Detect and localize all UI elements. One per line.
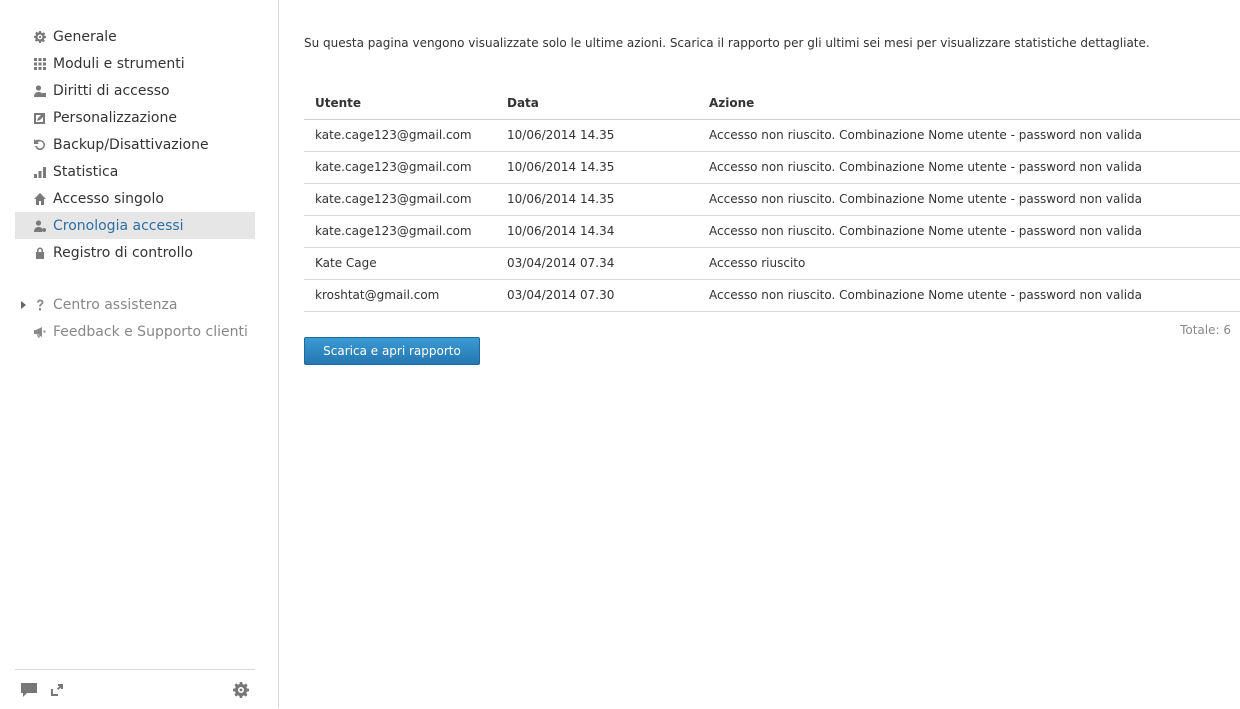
lock-icon — [33, 246, 47, 260]
sidebar-item-accesso-singolo[interactable]: Accesso singolo — [15, 185, 255, 212]
column-header-azione[interactable]: Azione — [698, 88, 1240, 120]
cell-user: kroshtat@gmail.com — [304, 279, 496, 312]
sidebar-item-generale[interactable]: Generale — [15, 23, 255, 50]
column-header-utente[interactable]: Utente — [304, 88, 496, 120]
question-icon — [33, 298, 47, 312]
edit-square-icon — [33, 111, 47, 125]
megaphone-icon — [33, 325, 47, 339]
caret-right-icon[interactable] — [21, 300, 26, 309]
table-row: kate.cage123@gmail.com 10/06/2014 14.35 … — [304, 119, 1240, 152]
table-row: kroshtat@gmail.com 03/04/2014 07.30 Acce… — [304, 279, 1240, 312]
cell-action: Accesso non riuscito. Combinazione Nome … — [698, 119, 1240, 152]
cell-date: 10/06/2014 14.35 — [496, 119, 698, 152]
sidebar-item-label: Diritti di accesso — [53, 82, 170, 99]
chat-icon[interactable] — [21, 682, 37, 698]
sidebar-item-label: Centro assistenza — [53, 296, 178, 313]
cell-user: Kate Cage — [304, 247, 496, 280]
table-header-row: Utente Data Azione — [304, 88, 1240, 120]
expand-icon[interactable] — [49, 682, 65, 698]
cell-action: Accesso riuscito — [698, 247, 1240, 280]
sidebar-item-backup[interactable]: Backup/Disattivazione — [15, 131, 255, 158]
table-row: kate.cage123@gmail.com 10/06/2014 14.34 … — [304, 215, 1240, 248]
column-header-data[interactable]: Data — [496, 88, 698, 120]
table-row: Kate Cage 03/04/2014 07.34 Accesso riusc… — [304, 247, 1240, 280]
bar-chart-icon — [33, 165, 47, 179]
cell-date: 03/04/2014 07.34 — [496, 247, 698, 280]
sidebar-item-label: Registro di controllo — [53, 244, 193, 261]
sidebar-item-diritti[interactable]: Diritti di accesso — [15, 77, 255, 104]
sidebar-item-label: Moduli e strumenti — [53, 55, 185, 72]
settings-gear-icon[interactable] — [233, 682, 249, 698]
sidebar-item-registro[interactable]: Registro di controllo — [15, 239, 255, 266]
sidebar-item-statistica[interactable]: Statistica — [15, 158, 255, 185]
cell-action: Accesso non riuscito. Combinazione Nome … — [698, 183, 1240, 216]
sidebar-item-cronologia-accessi[interactable]: Cronologia accessi — [15, 212, 255, 239]
sidebar-item-label: Statistica — [53, 163, 119, 180]
gear-icon — [33, 30, 47, 44]
cell-user: kate.cage123@gmail.com — [304, 183, 496, 216]
total-count: Totale: 6 — [1180, 323, 1231, 337]
sidebar-item-label: Backup/Disattivazione — [53, 136, 209, 153]
intro-text: Su questa pagina vengono visualizzate so… — [304, 36, 1150, 50]
sidebar-item-label: Generale — [53, 28, 117, 45]
cell-action: Accesso non riuscito. Combinazione Nome … — [698, 215, 1240, 248]
sidebar-item-label: Cronologia accessi — [53, 217, 184, 234]
cell-user: kate.cage123@gmail.com — [304, 215, 496, 248]
sidebar-item-label: Personalizzazione — [53, 109, 177, 126]
table-row: kate.cage123@gmail.com 10/06/2014 14.35 … — [304, 151, 1240, 184]
grid-icon — [33, 57, 47, 71]
refresh-icon — [33, 138, 47, 152]
cell-date: 03/04/2014 07.30 — [496, 279, 698, 312]
sidebar-item-feedback[interactable]: Feedback e Supporto clienti — [15, 318, 255, 345]
download-report-button[interactable]: Scarica e apri rapporto — [304, 337, 480, 365]
sidebar-item-personalizzazione[interactable]: Personalizzazione — [15, 104, 255, 131]
cell-date: 10/06/2014 14.34 — [496, 215, 698, 248]
sidebar-secondary-nav: Centro assistenza Feedback e Supporto cl… — [15, 291, 255, 345]
sidebar-nav: Generale Moduli e strumenti Diritti di a… — [15, 23, 255, 266]
cell-date: 10/06/2014 14.35 — [496, 151, 698, 184]
home-icon — [33, 192, 47, 206]
sidebar-footer — [15, 669, 255, 709]
user-lock-icon — [33, 84, 47, 98]
cell-user: kate.cage123@gmail.com — [304, 119, 496, 152]
table-row: kate.cage123@gmail.com 10/06/2014 14.35 … — [304, 183, 1240, 216]
sidebar-item-moduli[interactable]: Moduli e strumenti — [15, 50, 255, 77]
access-log-table: Utente Data Azione kate.cage123@gmail.co… — [304, 88, 1240, 312]
user-clock-icon — [33, 219, 47, 233]
sidebar: Generale Moduli e strumenti Diritti di a… — [0, 0, 279, 708]
sidebar-item-centro-assistenza[interactable]: Centro assistenza — [15, 291, 255, 318]
cell-action: Accesso non riuscito. Combinazione Nome … — [698, 279, 1240, 312]
cell-date: 10/06/2014 14.35 — [496, 183, 698, 216]
cell-action: Accesso non riuscito. Combinazione Nome … — [698, 151, 1240, 184]
cell-user: kate.cage123@gmail.com — [304, 151, 496, 184]
sidebar-item-label: Accesso singolo — [53, 190, 164, 207]
sidebar-item-label: Feedback e Supporto clienti — [53, 323, 248, 340]
